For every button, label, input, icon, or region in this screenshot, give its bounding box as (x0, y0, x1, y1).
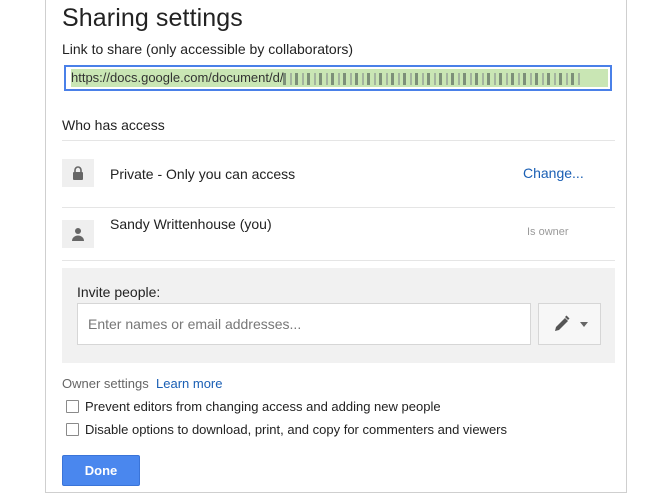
disable-download-option[interactable]: Disable options to download, print, and … (66, 422, 507, 437)
divider (62, 207, 615, 208)
invite-input[interactable] (77, 303, 531, 345)
learn-more-link[interactable]: Learn more (156, 376, 222, 391)
permission-dropdown-button[interactable] (538, 303, 601, 345)
prevent-editors-checkbox[interactable] (66, 400, 79, 413)
owner-settings-label: Owner settings (62, 376, 149, 391)
link-label: Link to share (only accessible by collab… (62, 41, 354, 57)
lock-icon (62, 159, 94, 187)
prevent-editors-label: Prevent editors from changing access and… (85, 399, 441, 414)
who-has-access-heading: Who has access (62, 117, 165, 133)
dialog-title: Sharing settings (62, 4, 243, 32)
chevron-down-icon (579, 321, 588, 327)
pencil-icon (554, 315, 569, 331)
divider (62, 140, 615, 141)
share-link-text[interactable]: https://docs.google.com/document/d/ (71, 69, 608, 87)
prevent-editors-option[interactable]: Prevent editors from changing access and… (66, 399, 441, 414)
disable-download-checkbox[interactable] (66, 423, 79, 436)
share-link-field[interactable]: https://docs.google.com/document/d/ (64, 65, 612, 91)
redacted-url-id (283, 72, 584, 85)
change-access-link[interactable]: Change... (523, 165, 584, 181)
done-button[interactable]: Done (62, 455, 140, 486)
owner-name: Sandy Writtenhouse (you) (110, 216, 272, 232)
owner-role-label: Is owner (527, 226, 569, 238)
access-status-text: Private - Only you can access (110, 166, 296, 182)
invite-panel: Invite people: (62, 268, 615, 363)
invite-label: Invite people: (77, 284, 161, 300)
share-link-url: https://docs.google.com/document/d/ (71, 70, 284, 85)
person-icon (62, 220, 94, 248)
divider (62, 260, 615, 261)
disable-download-label: Disable options to download, print, and … (85, 422, 507, 437)
